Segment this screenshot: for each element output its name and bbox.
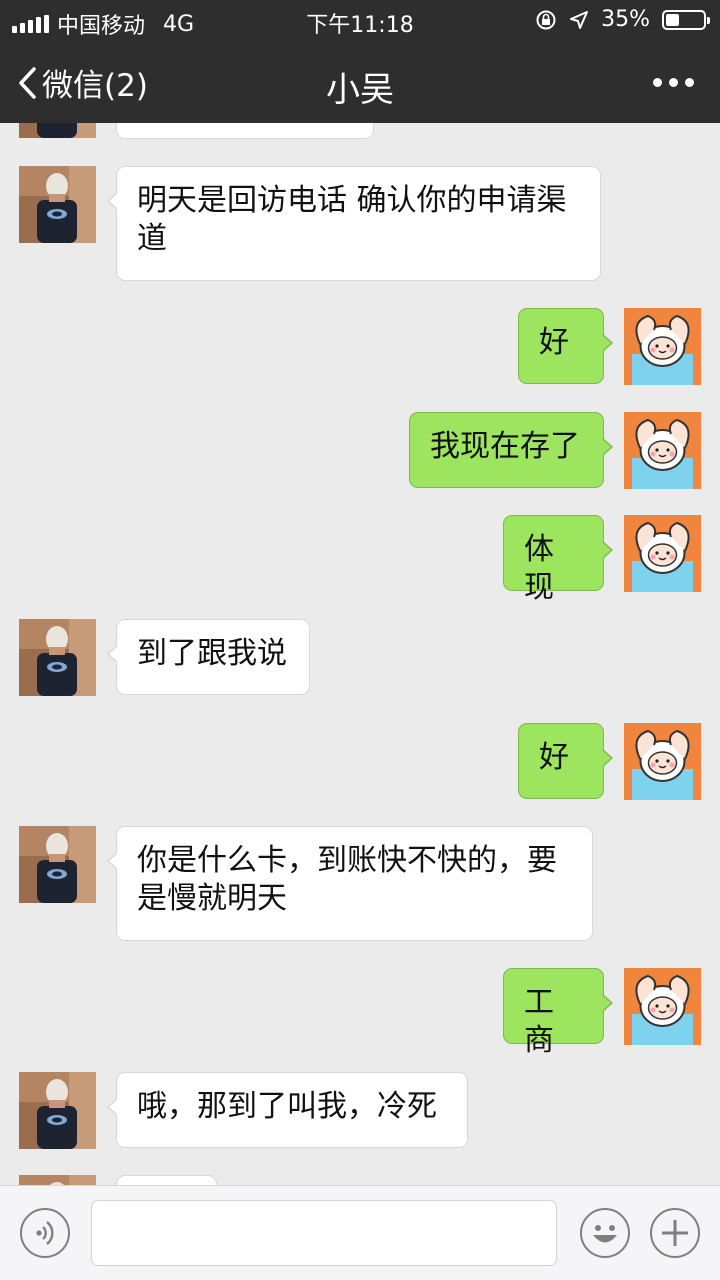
- message-list[interactable]: 明天是回访电话 确认你的申请渠道 好 我现在存了 体现 到了跟我说 好 你是什么…: [0, 123, 720, 1185]
- incoming-message[interactable]: 到了跟我说: [107, 619, 310, 695]
- outgoing-message[interactable]: 好: [518, 308, 613, 384]
- battery-percent: 35%: [601, 7, 650, 32]
- plus-icon: [662, 1220, 688, 1246]
- contact-avatar[interactable]: [19, 826, 96, 903]
- contact-avatar[interactable]: [19, 619, 96, 696]
- status-right: 35%: [535, 7, 710, 32]
- contact-avatar[interactable]: [19, 1072, 96, 1149]
- my-avatar[interactable]: [624, 308, 701, 385]
- input-bar: [0, 1185, 720, 1280]
- my-avatar[interactable]: [624, 515, 701, 592]
- message-bubble-partial[interactable]: [116, 1175, 217, 1185]
- incoming-message[interactable]: 哦，那到了叫我，冷死: [107, 1072, 468, 1148]
- battery-icon: [662, 9, 710, 30]
- my-avatar[interactable]: [624, 412, 701, 489]
- chat-header: 微信(2) 小吴: [0, 40, 720, 123]
- my-avatar[interactable]: [624, 968, 701, 1045]
- outgoing-message[interactable]: 体现: [503, 515, 613, 605]
- location-arrow-icon: [570, 10, 589, 29]
- chat-title: 小吴: [326, 70, 394, 110]
- more-button[interactable]: [653, 78, 694, 87]
- message-bubble-partial[interactable]: [116, 123, 374, 139]
- my-avatar[interactable]: [624, 723, 701, 800]
- emoji-icon: [593, 1225, 617, 1243]
- outgoing-message[interactable]: 好: [518, 723, 613, 799]
- message-input[interactable]: [91, 1200, 557, 1266]
- voice-button[interactable]: [20, 1208, 70, 1258]
- outgoing-message[interactable]: 我现在存了: [409, 412, 613, 488]
- rotation-lock-icon: [536, 10, 556, 29]
- incoming-message[interactable]: 你是什么卡，到账快不快的，要是慢就明天: [107, 826, 593, 941]
- emoji-button[interactable]: [580, 1208, 630, 1258]
- status-bar: 中国移动 4G 下午11:18 35%: [0, 0, 720, 40]
- more-actions-button[interactable]: [650, 1208, 700, 1258]
- voice-icon: [36, 1221, 54, 1245]
- outgoing-message[interactable]: 工商: [503, 968, 613, 1058]
- contact-avatar[interactable]: [19, 123, 96, 138]
- more-dots-icon: [653, 78, 662, 87]
- contact-avatar[interactable]: [19, 1175, 96, 1185]
- contact-avatar[interactable]: [19, 166, 96, 243]
- incoming-message[interactable]: 明天是回访电话 确认你的申请渠道: [107, 166, 601, 281]
